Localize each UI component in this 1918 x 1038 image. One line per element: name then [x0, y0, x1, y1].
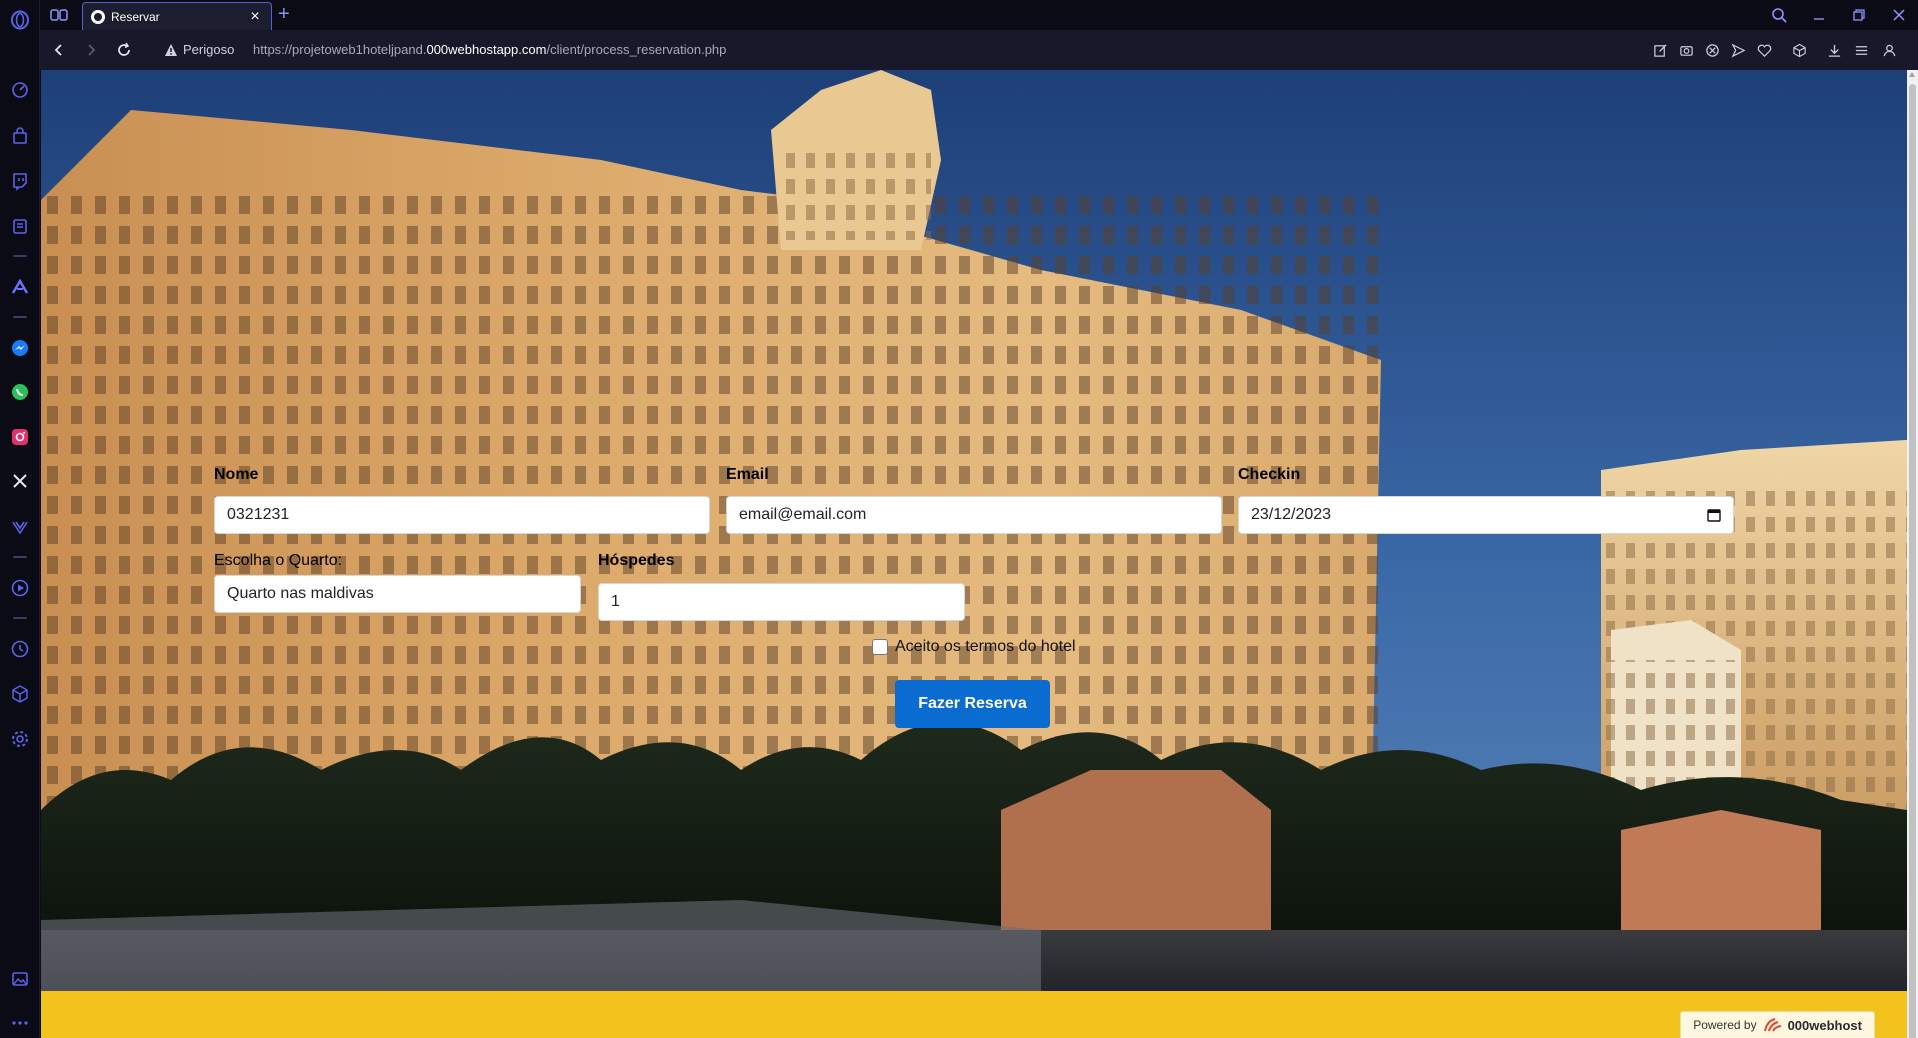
opera-logo-icon[interactable]	[8, 8, 32, 32]
extensions-icon[interactable]	[1790, 41, 1808, 59]
tab-close-icon[interactable]: ×	[247, 8, 263, 26]
scrollbar-thumb[interactable]	[1909, 84, 1916, 1038]
email-input[interactable]: email@email.com	[726, 496, 1222, 534]
x-icon[interactable]	[8, 469, 32, 493]
twitch-icon[interactable]	[8, 169, 32, 193]
nome-input[interactable]: 0321231	[214, 496, 710, 534]
site-favicon-icon	[91, 9, 105, 24]
warning-icon	[165, 43, 177, 56]
security-warning[interactable]: Perigoso	[164, 42, 234, 57]
tab-bar: Reservar × +	[40, 0, 1918, 30]
close-window-icon[interactable]	[1888, 4, 1910, 26]
fazer-reserva-button[interactable]: Fazer Reserva	[895, 680, 1050, 728]
quarto-select[interactable]: Quarto nas maldivas	[214, 575, 581, 613]
download-icon[interactable]	[1825, 41, 1843, 59]
brand-logo: 000webhost	[1763, 1017, 1862, 1033]
security-label: Perigoso	[183, 42, 235, 57]
tab-reservar[interactable]: Reservar ×	[82, 2, 272, 30]
history-icon[interactable]	[8, 637, 32, 661]
tab-islands-icon[interactable]	[50, 7, 68, 23]
page-viewport: Nome 0321231 Email email@email.com Check…	[41, 70, 1907, 1038]
footer-bar: Powered by 000webhost	[41, 991, 1907, 1038]
scroll-up-arrow-icon[interactable]	[1909, 72, 1915, 77]
restore-icon[interactable]	[1848, 4, 1870, 26]
profile-icon[interactable]	[1880, 41, 1898, 59]
url-host: 000webhostapp.com	[426, 42, 547, 57]
aria-icon[interactable]	[8, 275, 32, 299]
tab-title: Reservar	[111, 9, 160, 24]
player-icon[interactable]	[8, 576, 32, 600]
send-icon[interactable]	[1729, 41, 1747, 59]
shopping-bag-icon[interactable]	[8, 124, 32, 148]
more-icon[interactable]	[8, 1011, 32, 1035]
quarto-value: Quarto nas maldivas	[227, 585, 374, 602]
image-icon[interactable]	[8, 967, 32, 991]
heart-icon[interactable]	[1755, 41, 1773, 59]
checkin-label: Checkin	[1238, 466, 1301, 483]
edit-icon[interactable]	[1651, 41, 1669, 59]
terms-label: Aceito os termos do hotel	[895, 638, 1076, 655]
browser-window: Reservar × + Perigoso https://projetoweb…	[0, 0, 1918, 1038]
reload-button[interactable]	[114, 40, 134, 60]
adblock-icon[interactable]	[1703, 41, 1721, 59]
messenger-icon[interactable]	[8, 336, 32, 360]
notes-icon[interactable]	[8, 214, 32, 238]
settings-icon[interactable]	[8, 727, 32, 751]
whatsapp-icon[interactable]	[8, 380, 32, 404]
email-value: email@email.com	[739, 506, 867, 523]
quarto-label: Escolha o Quarto:	[214, 552, 343, 569]
checkin-value: 23/12/2023	[1251, 506, 1332, 523]
hospedes-label: Hóspedes	[598, 552, 675, 569]
search-tabs-icon[interactable]	[1768, 4, 1790, 26]
speed-dial-icon[interactable]	[8, 78, 32, 102]
back-button[interactable]	[49, 40, 69, 60]
instagram-icon[interactable]	[8, 425, 32, 449]
url-prefix: https://projetoweb1hoteljpand.	[253, 42, 427, 57]
url-path: /client/process_reservation.php	[546, 42, 727, 57]
camera-icon[interactable]	[1677, 41, 1695, 59]
brand-name: 000webhost	[1787, 1017, 1862, 1033]
vk-icon[interactable]	[8, 515, 32, 539]
address-bar: Perigoso https://projetoweb1hoteljpand.0…	[40, 30, 1918, 70]
new-tab-icon[interactable]: +	[278, 4, 290, 24]
forward-button[interactable]	[81, 40, 101, 60]
url-field[interactable]: https://projetoweb1hoteljpand.000webhost…	[253, 42, 726, 57]
email-label: Email	[726, 466, 769, 483]
cube-icon[interactable]	[8, 682, 32, 706]
nome-label: Nome	[214, 466, 259, 483]
000webhost-logo-icon	[1763, 1018, 1781, 1032]
easy-setup-icon[interactable]	[1852, 41, 1870, 59]
powered-label: Powered by	[1693, 1018, 1757, 1032]
terms-checkbox[interactable]	[872, 639, 888, 655]
powered-by-badge[interactable]: Powered by 000webhost	[1680, 1011, 1875, 1038]
nome-value: 0321231	[227, 506, 290, 523]
browser-sidebar	[0, 0, 40, 1038]
minimize-icon[interactable]	[1808, 4, 1830, 26]
hospedes-input[interactable]: 1	[598, 583, 965, 621]
calendar-icon[interactable]	[1707, 508, 1721, 522]
vertical-scrollbar[interactable]	[1907, 70, 1918, 1038]
checkin-date-input[interactable]: 23/12/2023	[1238, 496, 1734, 534]
hospedes-value: 1	[611, 593, 620, 610]
